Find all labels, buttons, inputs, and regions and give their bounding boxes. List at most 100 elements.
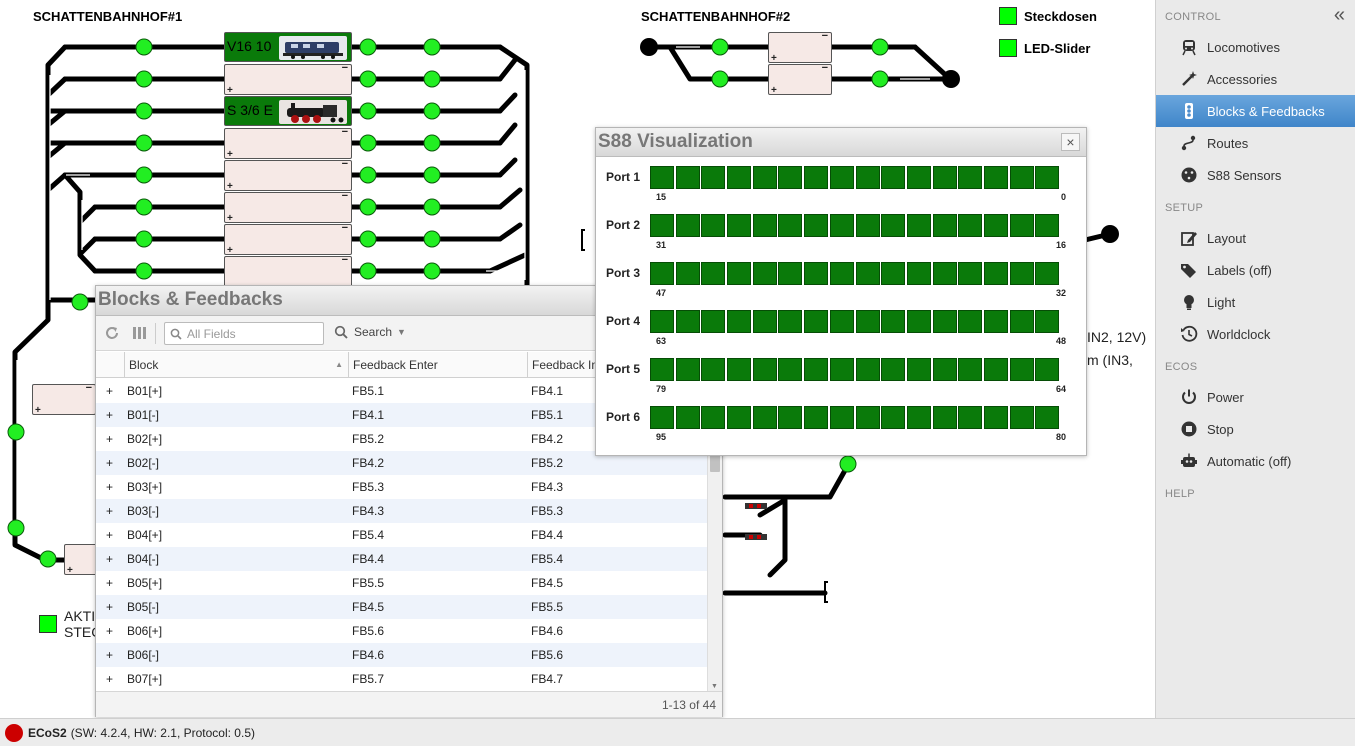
s88-contact-cell[interactable] (829, 358, 854, 381)
expand-icon[interactable]: + (106, 451, 113, 475)
s88-contact-cell[interactable] (752, 310, 777, 333)
s88-contact-cell[interactable] (701, 358, 726, 381)
refresh-icon[interactable] (104, 325, 120, 341)
s88-contact-cell[interactable] (983, 214, 1008, 237)
s88-contact-cell[interactable] (675, 406, 700, 429)
legend-steckdosen[interactable]: Steckdosen (999, 7, 1097, 25)
dialog-title[interactable]: S88 Visualization (596, 128, 1086, 157)
s88-contact-cell[interactable] (701, 166, 726, 189)
s88-contact-cell[interactable] (1009, 166, 1034, 189)
s88-contact-cell[interactable] (778, 310, 803, 333)
s88-contact-cell[interactable] (727, 166, 752, 189)
block-free-8[interactable]: − (224, 254, 352, 287)
s88-contact-cell[interactable] (932, 214, 957, 237)
s88-contact-cell[interactable] (650, 310, 674, 333)
s88-contact-cell[interactable] (650, 166, 674, 189)
table-row[interactable]: + B06[+] FB5.6 FB4.6 (96, 619, 708, 643)
s88-contact-cell[interactable] (752, 262, 777, 285)
block-free-5[interactable]: − + (224, 158, 352, 192)
s88-contact-cell[interactable] (983, 358, 1008, 381)
s88-contact-cell[interactable] (804, 406, 829, 429)
s88-contact-cell[interactable] (1009, 214, 1034, 237)
s88-contact-cell[interactable] (1035, 214, 1060, 237)
block-sb2-1[interactable]: − + (768, 30, 832, 64)
s88-contact-cell[interactable] (829, 262, 854, 285)
s88-contact-cell[interactable] (983, 406, 1008, 429)
s88-contact-cell[interactable] (1035, 406, 1060, 429)
block-free-9[interactable]: − + (32, 382, 96, 416)
s88-contact-cell[interactable] (727, 358, 752, 381)
s88-contact-cell[interactable] (932, 166, 957, 189)
s88-contact-cell[interactable] (650, 214, 674, 237)
expand-icon[interactable]: + (106, 547, 113, 571)
s88-contact-cell[interactable] (752, 406, 777, 429)
s88-contact-cell[interactable] (650, 406, 674, 429)
table-row[interactable]: + B06[-] FB4.6 FB5.6 (96, 643, 708, 667)
s88-contact-cell[interactable] (932, 406, 957, 429)
table-row[interactable]: + B03[+] FB5.3 FB4.3 (96, 475, 708, 499)
s88-contact-cell[interactable] (881, 214, 906, 237)
block-occupied-3[interactable]: S 3/6 E (224, 96, 352, 126)
block-occupied-1[interactable]: V16 10 (224, 32, 352, 62)
s88-contact-cell[interactable] (881, 166, 906, 189)
s88-contact-cell[interactable] (958, 262, 983, 285)
s88-contact-cell[interactable] (675, 262, 700, 285)
sidebar-item-power[interactable]: Power (1156, 381, 1355, 413)
sidebar-item-blocks-feedbacks[interactable]: Blocks & Feedbacks (1156, 95, 1355, 127)
expand-icon[interactable]: + (106, 643, 113, 667)
scroll-down-arrow-icon[interactable]: ▼ (711, 683, 718, 690)
table-row[interactable]: + B04[-] FB4.4 FB5.4 (96, 547, 708, 571)
s88-contact-cell[interactable] (752, 214, 777, 237)
sidebar-item-routes[interactable]: Routes (1156, 127, 1355, 159)
s88-contact-cell[interactable] (650, 262, 674, 285)
table-row[interactable]: + B07[+] FB5.7 FB4.7 (96, 667, 708, 691)
s88-contact-cell[interactable] (958, 214, 983, 237)
s88-contact-cell[interactable] (1009, 310, 1034, 333)
s88-contact-cell[interactable] (701, 406, 726, 429)
s88-contact-cell[interactable] (727, 214, 752, 237)
s88-contact-cell[interactable] (1035, 166, 1060, 189)
sidebar-section-help[interactable]: HELP (1165, 488, 1195, 500)
search-input[interactable] (185, 326, 315, 342)
s88-contact-cell[interactable] (804, 166, 829, 189)
s88-contact-cell[interactable] (804, 214, 829, 237)
double-chevron-left-icon[interactable]: « (1334, 4, 1345, 27)
s88-contact-cell[interactable] (881, 358, 906, 381)
s88-contact-cell[interactable] (778, 406, 803, 429)
table-row[interactable]: + B03[-] FB4.3 FB5.3 (96, 499, 708, 523)
s88-contact-cell[interactable] (1035, 310, 1060, 333)
s88-contact-cell[interactable] (906, 214, 931, 237)
legend-led-slider[interactable]: LED-Slider (999, 39, 1090, 57)
s88-contact-cell[interactable] (804, 310, 829, 333)
column-header-feedback-enter[interactable]: Feedback Enter (348, 352, 527, 378)
expand-icon[interactable]: + (106, 595, 113, 619)
s88-contact-cell[interactable] (778, 214, 803, 237)
s88-contact-cell[interactable] (829, 214, 854, 237)
s88-contact-cell[interactable] (1009, 262, 1034, 285)
sidebar-item-automatic[interactable]: Automatic (off) (1156, 445, 1355, 477)
block-sb2-2[interactable]: − + (768, 62, 832, 96)
table-row[interactable]: + B05[+] FB5.5 FB4.5 (96, 571, 708, 595)
expand-icon[interactable]: + (106, 619, 113, 643)
s88-contact-cell[interactable] (701, 262, 726, 285)
aktiv-steckdosen-switch-icon[interactable] (39, 615, 57, 633)
block-free-7[interactable]: − + (224, 222, 352, 256)
sidebar-item-labels[interactable]: Labels (off) (1156, 254, 1355, 286)
sidebar-item-stop[interactable]: Stop (1156, 413, 1355, 445)
s88-contact-cell[interactable] (958, 406, 983, 429)
expand-icon[interactable]: + (106, 667, 113, 691)
s88-contact-cell[interactable] (727, 310, 752, 333)
s88-contact-cell[interactable] (1035, 358, 1060, 381)
s88-contact-cell[interactable] (778, 166, 803, 189)
s88-contact-cell[interactable] (675, 166, 700, 189)
search-field[interactable] (164, 322, 324, 345)
s88-contact-cell[interactable] (906, 310, 931, 333)
sidebar-item-layout[interactable]: Layout (1156, 222, 1355, 254)
s88-contact-cell[interactable] (650, 358, 674, 381)
s88-contact-cell[interactable] (906, 358, 931, 381)
columns-icon[interactable] (131, 325, 147, 341)
s88-contact-cell[interactable] (881, 406, 906, 429)
s88-contact-cell[interactable] (932, 262, 957, 285)
close-button[interactable]: × (1061, 133, 1080, 151)
table-row[interactable]: + B05[-] FB4.5 FB5.5 (96, 595, 708, 619)
